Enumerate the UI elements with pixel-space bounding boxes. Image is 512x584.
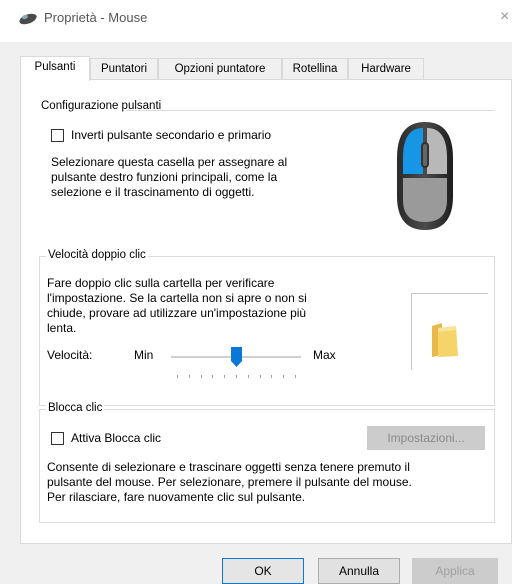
mouse-illustration xyxy=(397,122,453,230)
description-line: pulsante destro funzioni principali, com… xyxy=(51,170,278,184)
apply-button[interactable]: Applica xyxy=(412,558,498,584)
close-button[interactable]: × xyxy=(500,8,509,26)
folder-icon[interactable] xyxy=(430,322,460,358)
tab-panel: Configurazione pulsanti Inverti pulsante… xyxy=(20,79,512,544)
description-line: lenta. xyxy=(47,321,77,335)
slider-tick xyxy=(200,375,202,378)
click-lock-label[interactable]: Attiva Blocca clic xyxy=(71,431,161,446)
slider-tick xyxy=(212,375,214,378)
slider-tick xyxy=(224,375,226,378)
speed-label: Velocità: xyxy=(47,348,93,362)
slider-tick xyxy=(271,375,273,378)
speed-min-label: Min xyxy=(134,348,154,362)
description-line: Selezionare questa casella per assegnare… xyxy=(51,155,288,169)
tab-puntatori[interactable]: Puntatori xyxy=(90,58,158,79)
group-divider xyxy=(126,110,495,111)
slider-tick xyxy=(283,375,285,378)
group-legend: Velocità doppio clic xyxy=(46,249,148,261)
swap-buttons-checkbox[interactable] xyxy=(51,129,64,142)
test-folder-area[interactable] xyxy=(411,293,488,370)
slider-tick xyxy=(295,375,296,378)
slider-tick xyxy=(247,375,249,378)
description-line: chiude, provare ad utilizzare un'imposta… xyxy=(47,306,307,320)
description-line: l'impostazione. Se la cartella non si ap… xyxy=(47,291,307,305)
tab-hardware[interactable]: Hardware xyxy=(348,58,424,79)
slider-tick xyxy=(259,375,261,378)
description-line: Per rilasciare, fare nuovamente clic sul… xyxy=(47,490,306,504)
slider-tick xyxy=(188,375,190,378)
description-line: pulsante del mouse. Per selezionare, pre… xyxy=(47,475,412,489)
slider-tick xyxy=(236,375,237,378)
description-line: Consente di selezionare e trascinare ogg… xyxy=(47,460,410,474)
ok-button[interactable]: OK xyxy=(222,558,304,584)
slider-tick xyxy=(177,375,178,378)
mouse-icon xyxy=(19,13,37,25)
click-lock-checkbox[interactable] xyxy=(51,432,64,445)
cancel-button[interactable]: Annulla xyxy=(318,558,400,584)
description-line: selezione e il trascinamento di oggetti. xyxy=(51,185,255,199)
description-line: Fare doppio clic sulla cartella per veri… xyxy=(47,276,275,290)
title-bar: Proprietà - Mouse × xyxy=(0,0,512,42)
click-lock-settings-button[interactable]: Impostazioni... xyxy=(367,426,485,450)
speed-max-label: Max xyxy=(313,348,336,362)
swap-buttons-label[interactable]: Inverti pulsante secondario e primario xyxy=(71,128,271,143)
tab-opzioni-puntatore[interactable]: Opzioni puntatore xyxy=(158,58,282,79)
tab-pulsanti[interactable]: Pulsanti xyxy=(20,56,90,81)
group-legend: Blocca clic xyxy=(46,402,105,414)
tab-rotellina[interactable]: Rotellina xyxy=(282,58,348,79)
slider-thumb[interactable] xyxy=(230,347,242,367)
window-title: Proprietà - Mouse xyxy=(44,10,148,25)
